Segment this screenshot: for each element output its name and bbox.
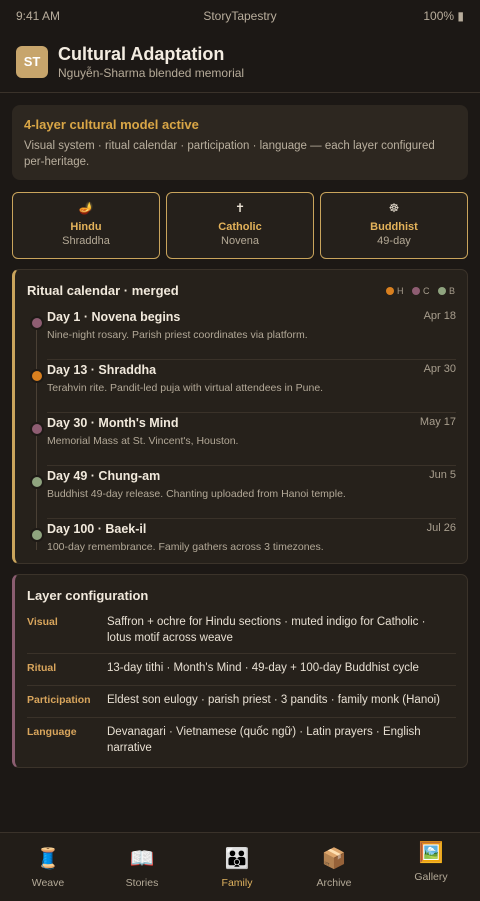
- battery-indicator: 100% ▮: [423, 9, 464, 23]
- tab-label: Weave: [31, 877, 65, 889]
- heritage-card-buddhist[interactable]: ☸ Buddhist 49-day: [320, 192, 468, 259]
- event-description: Memorial Mass at St. Vincent's, Houston.: [47, 435, 239, 447]
- timeline-event[interactable]: Day 30 · Month's Mind May 17 Memorial Ma…: [15, 413, 468, 466]
- event-marker: [30, 369, 44, 383]
- event-marker: [30, 422, 44, 436]
- legend-label: H: [396, 286, 404, 296]
- dharma-wheel-icon: ☸: [388, 201, 400, 215]
- status-bar: 9:41 AM StoryTapestry 100% ▮: [0, 0, 480, 30]
- event-title: Day 49 · Chung-am: [47, 469, 161, 483]
- event-description: Buddhist 49-day release. Chanting upload…: [47, 488, 346, 500]
- cultural-model-banner: 4-layer cultural model active Visual sys…: [12, 105, 468, 180]
- banner-title: 4-layer cultural model active: [24, 117, 199, 132]
- event-title: Day 30 · Month's Mind: [47, 416, 179, 430]
- tab-label: Stories: [125, 877, 159, 889]
- event-description: 100-day remembrance. Family gathers acro…: [47, 541, 324, 553]
- event-marker: [30, 528, 44, 542]
- family-icon: 👪: [224, 848, 250, 870]
- event-marker: [30, 316, 44, 330]
- heritage-card-hindu[interactable]: 🪔 Hindu Shraddha: [12, 192, 160, 259]
- layer-configuration-title: Layer configuration: [27, 588, 149, 603]
- tab-gallery[interactable]: 🖼️ Gallery: [383, 833, 479, 901]
- legend-label: B: [448, 286, 455, 296]
- calendar-legend: H C B: [380, 286, 455, 296]
- heritage-rite: Shraddha: [62, 235, 110, 247]
- page-title: Cultural Adaptation: [58, 44, 225, 64]
- heritage-rite: 49-day: [377, 235, 411, 247]
- legend-label: C: [422, 286, 430, 296]
- event-date: May 17: [419, 416, 456, 428]
- tab-label: Archive: [316, 877, 352, 889]
- heritage-rite: Novena: [221, 235, 259, 247]
- legend-item-catholic: C: [411, 286, 430, 296]
- tab-weave[interactable]: 🧵 Weave: [0, 833, 96, 901]
- event-date: Apr 18: [423, 310, 456, 322]
- heritage-name: Buddhist: [370, 221, 418, 233]
- timeline-event[interactable]: Day 100 · Baek-il Jul 26 100-day remembr…: [15, 519, 468, 572]
- event-date: Jul 26: [426, 522, 456, 534]
- layer-key: Participation: [27, 694, 91, 706]
- layer-value: Saffron + ochre for Hindu sections · mut…: [107, 616, 426, 644]
- legend-dot: [437, 287, 446, 295]
- heritage-name: Catholic: [218, 221, 262, 233]
- event-title: Day 1 · Novena begins: [47, 310, 181, 324]
- timeline-event[interactable]: Day 13 · Shraddha Apr 30 Terahvin rite. …: [15, 360, 468, 413]
- layer-key: Language: [27, 726, 77, 738]
- event-title: Day 100 · Baek-il: [47, 522, 147, 536]
- tab-label: Family: [221, 877, 253, 889]
- divider-line: [27, 653, 456, 654]
- layer-key: Ritual: [27, 662, 57, 674]
- timeline-event[interactable]: Day 49 · Chung-am Jun 5 Buddhist 49-day …: [15, 466, 468, 519]
- ritual-calendar-card: Ritual calendar · merged H C B Day 1 · N…: [12, 269, 468, 564]
- layer-value: Devanagari · Vietnamese (quốc ngữ) · Lat…: [107, 726, 421, 754]
- app-header: ST Cultural Adaptation Nguyễn-Sharma ble…: [0, 30, 480, 93]
- event-title: Day 13 · Shraddha: [47, 363, 157, 377]
- legend-item-buddhist: B: [437, 286, 455, 296]
- diya-lamp-icon: 🪔: [78, 201, 94, 215]
- event-description: Nine-night rosary. Parish priest coordin…: [47, 329, 308, 341]
- heritage-card-catholic[interactable]: ✝ Catholic Novena: [166, 192, 314, 259]
- status-app-name: StoryTapestry: [203, 9, 277, 23]
- layer-value: Eldest son eulogy · parish priest · 3 pa…: [107, 694, 441, 706]
- framed-picture-icon: 🖼️: [418, 842, 444, 864]
- page-subtitle: Nguyễn-Sharma blended memorial: [58, 66, 245, 80]
- legend-dot: [411, 287, 420, 295]
- ritual-calendar-title: Ritual calendar · merged: [27, 283, 179, 298]
- tab-archive[interactable]: 📦 Archive: [286, 833, 382, 901]
- tab-stories[interactable]: 📖 Stories: [94, 833, 190, 901]
- layer-value: 13-day tithi · Month's Mind · 49-day + 1…: [107, 662, 419, 674]
- divider-line: [27, 685, 456, 686]
- box-icon: 📦: [321, 848, 347, 870]
- banner-text: Visual system · ritual calendar · partic…: [24, 140, 435, 168]
- tab-label: Gallery: [414, 871, 448, 883]
- heritage-name: Hindu: [70, 221, 102, 233]
- bottom-tab-bar: 🧵 Weave 📖 Stories 👪 Family 📦 Archive 🖼️ …: [0, 832, 480, 901]
- layer-configuration-card: Layer configuration Visual Saffron + och…: [12, 574, 468, 768]
- event-marker: [30, 475, 44, 489]
- divider-line: [27, 717, 456, 718]
- cross-icon: ✝: [234, 201, 246, 215]
- event-date: Jun 5: [429, 469, 456, 481]
- layer-key: Visual: [27, 616, 58, 628]
- book-icon: 📖: [129, 848, 155, 870]
- event-date: Apr 30: [423, 363, 456, 375]
- thread-spool-icon: 🧵: [35, 848, 61, 870]
- timeline-event[interactable]: Day 1 · Novena begins Apr 18 Nine-night …: [15, 307, 468, 360]
- app-avatar[interactable]: ST: [16, 46, 48, 78]
- tab-family[interactable]: 👪 Family: [189, 833, 285, 901]
- event-description: Terahvin rite. Pandit-led puja with virt…: [47, 382, 324, 394]
- legend-dot: [385, 287, 394, 295]
- legend-item-hindu: H: [385, 286, 404, 296]
